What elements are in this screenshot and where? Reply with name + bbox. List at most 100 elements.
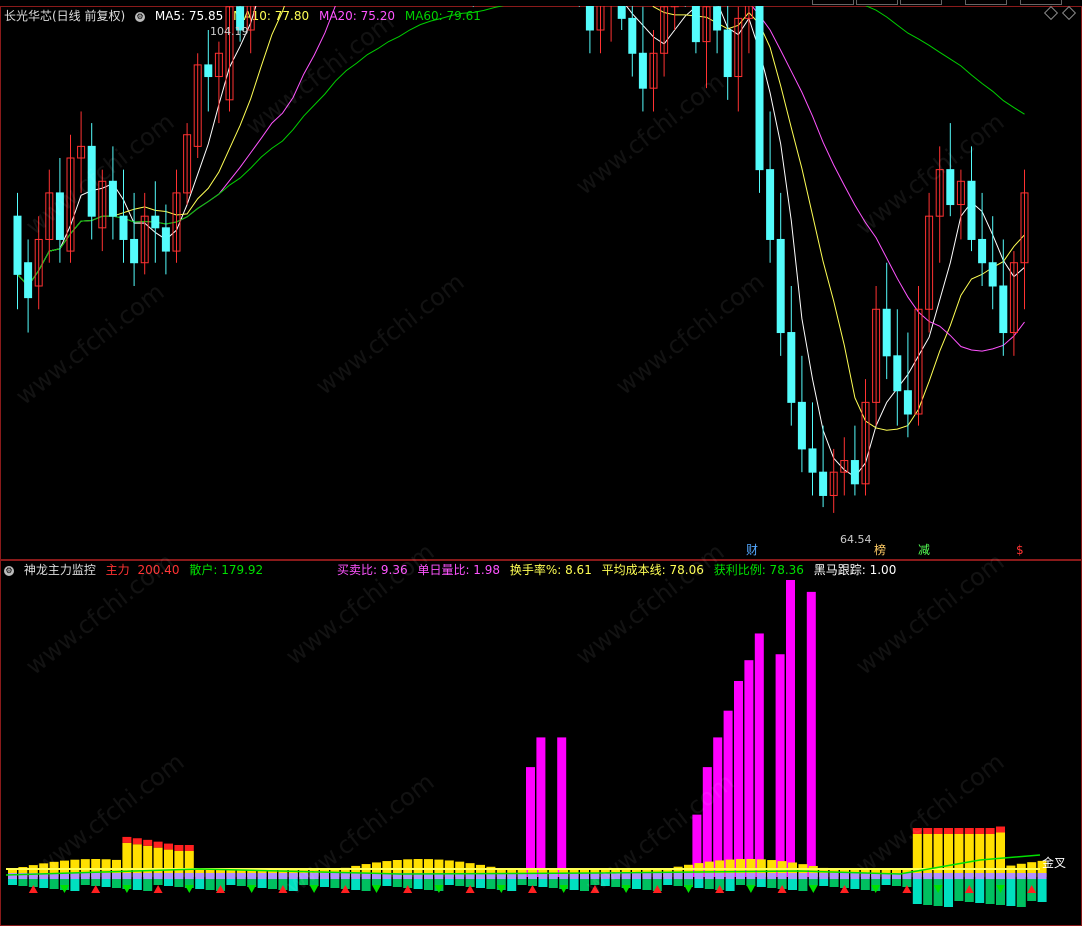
volume-bar bbox=[775, 654, 785, 877]
peak-block bbox=[132, 838, 142, 845]
sanhu-block bbox=[985, 873, 995, 879]
retail-block bbox=[860, 879, 870, 890]
sanhu-block bbox=[715, 873, 725, 879]
candle-down bbox=[999, 285, 1008, 334]
volume-bar bbox=[806, 591, 816, 877]
finance-marker[interactable]: 财 bbox=[746, 543, 758, 557]
sanhu-block bbox=[1016, 873, 1026, 879]
up-triangle bbox=[153, 885, 163, 893]
zhuli-block bbox=[996, 832, 1005, 877]
sanhu-block bbox=[112, 873, 121, 879]
sanhu-block bbox=[1027, 873, 1037, 879]
toolbar-tab[interactable] bbox=[1020, 0, 1062, 5]
sanhu-block bbox=[8, 873, 17, 879]
candle-down bbox=[819, 471, 828, 496]
retail-block bbox=[819, 879, 829, 886]
sanhu-block bbox=[736, 873, 745, 879]
sanhu-block bbox=[1006, 873, 1016, 879]
candle-down bbox=[882, 308, 891, 357]
sanhu-block bbox=[351, 873, 361, 879]
retail-block bbox=[767, 879, 777, 888]
sanhu-block bbox=[788, 873, 797, 879]
peak-block bbox=[153, 841, 163, 848]
peak-block bbox=[164, 843, 173, 850]
retail-block bbox=[486, 879, 496, 889]
retail-block bbox=[164, 879, 173, 886]
candlestick-chart[interactable] bbox=[0, 6, 1082, 560]
retail-block bbox=[808, 879, 818, 885]
indicator-title[interactable]: 神龙主力监控 bbox=[24, 563, 96, 577]
retail-block bbox=[632, 879, 641, 889]
retail-block bbox=[663, 879, 673, 885]
retail-block bbox=[444, 879, 454, 885]
toolbar-tab[interactable] bbox=[965, 0, 1007, 5]
sanhu-block bbox=[663, 873, 673, 879]
candle-down bbox=[691, 6, 700, 43]
toolbar-tab[interactable] bbox=[900, 0, 942, 5]
sanhu-block bbox=[216, 873, 225, 879]
retail-block bbox=[850, 879, 860, 889]
retail-block bbox=[80, 879, 90, 885]
retail-block bbox=[424, 879, 433, 890]
sanhu-block bbox=[174, 873, 184, 879]
sanhu-block bbox=[933, 873, 943, 879]
retail-block bbox=[143, 879, 153, 891]
retail-block bbox=[538, 879, 548, 887]
volume-bar bbox=[713, 737, 723, 877]
sanhu-block bbox=[205, 873, 215, 879]
ma20-line bbox=[17, 6, 1025, 352]
peak-block bbox=[933, 828, 943, 834]
sanhu-block bbox=[184, 873, 194, 879]
candle-down bbox=[893, 355, 902, 392]
high-price-label: 104.19 bbox=[210, 25, 249, 38]
toolbar-tab[interactable] bbox=[812, 0, 854, 5]
retail-block bbox=[205, 879, 215, 890]
up-triangle bbox=[91, 885, 101, 893]
sanhu-block bbox=[309, 873, 319, 879]
peak-block bbox=[975, 828, 985, 834]
pingjun-label: 平均成本线: 78.06 bbox=[601, 563, 704, 577]
retail-block bbox=[694, 879, 704, 888]
retail-block bbox=[881, 879, 891, 885]
retail-block bbox=[923, 879, 933, 905]
sanhu-block bbox=[153, 873, 163, 879]
toolbar-tab[interactable] bbox=[856, 0, 898, 5]
candle-down bbox=[850, 460, 859, 485]
sanhu-block bbox=[829, 873, 839, 879]
rank-marker[interactable]: 榜 bbox=[874, 543, 886, 557]
peak-block bbox=[944, 828, 953, 834]
sanhu-block bbox=[70, 873, 80, 879]
sanhu-block bbox=[975, 873, 985, 879]
retail-block bbox=[413, 879, 423, 889]
sanhu-block bbox=[268, 873, 277, 879]
candle-down bbox=[723, 29, 732, 78]
maimai-label: 买卖比: 9.36 bbox=[337, 563, 408, 577]
retail-block bbox=[954, 879, 964, 901]
peak-block bbox=[174, 845, 184, 851]
candle-down bbox=[204, 64, 213, 78]
sanhu-block bbox=[164, 873, 173, 879]
dividend-marker[interactable]: $ bbox=[1016, 543, 1024, 557]
retail-block bbox=[725, 879, 735, 891]
retail-block bbox=[226, 879, 236, 885]
sanhu-block bbox=[964, 873, 974, 879]
retail-block bbox=[528, 879, 537, 886]
retail-block bbox=[49, 879, 59, 889]
retail-block bbox=[236, 879, 246, 886]
candle-down bbox=[617, 6, 626, 19]
volume-bar bbox=[536, 737, 546, 877]
candle-down bbox=[24, 262, 33, 299]
sanhu-block bbox=[320, 873, 329, 879]
settings-icon[interactable]: ⚙ bbox=[4, 565, 14, 576]
zhuli-block bbox=[964, 834, 974, 877]
candle-down bbox=[776, 238, 785, 334]
retail-block bbox=[912, 879, 922, 904]
sanhu-block bbox=[195, 873, 205, 879]
reduce-marker[interactable]: 减 bbox=[918, 543, 930, 557]
peak-block bbox=[143, 839, 153, 846]
down-triangle bbox=[372, 885, 381, 893]
danri-label: 单日量比: 1.98 bbox=[417, 563, 501, 577]
indicator-chart[interactable] bbox=[0, 580, 1082, 925]
sanhu-block bbox=[912, 873, 922, 879]
retail-block bbox=[798, 879, 808, 891]
